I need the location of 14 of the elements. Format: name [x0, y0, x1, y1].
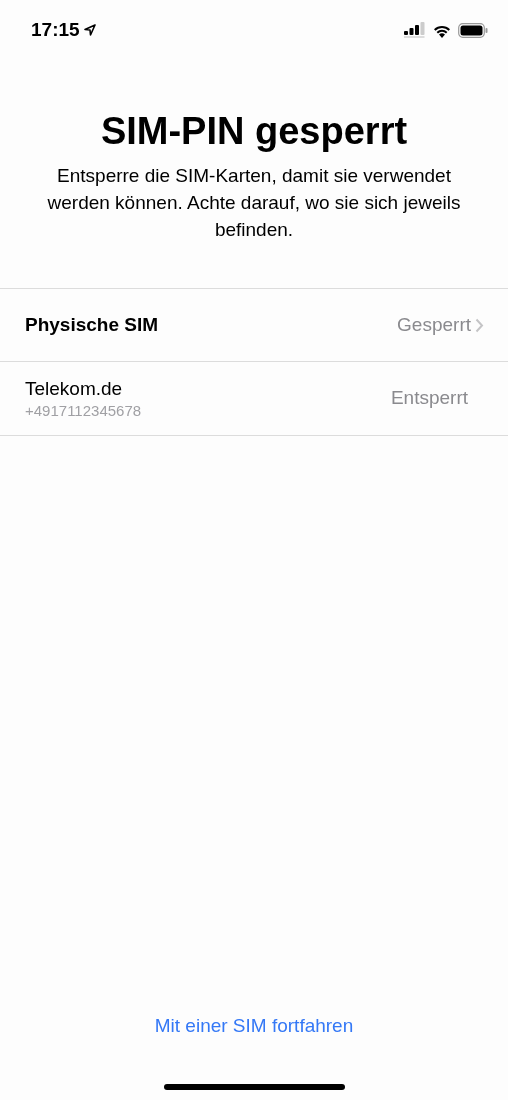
continue-with-one-sim-link[interactable]: Mit einer SIM fortfahren [154, 1011, 354, 1040]
sim-carrier: Telekom.de [25, 376, 124, 401]
description-text: Entsperre die SIM-Karten, damit sie verwendet werden können. Achte darauf, wo sie sich jeweils befinden. [46, 164, 462, 242]
battery-icon [458, 22, 488, 38]
page-title: SIM-PIN gesperrt [99, 109, 409, 154]
sim-status: Entsperrt [390, 386, 468, 411]
sim-row[interactable]: Physische SIM Gesperrt [0, 289, 508, 362]
sim-label: Physische SIM [25, 312, 159, 337]
status-time: 17:15 [31, 17, 80, 42]
cellular-signal-icon [404, 22, 426, 38]
sim-status: Gesperrt [397, 312, 471, 337]
chevron-right-icon [475, 317, 484, 333]
phone-number: +4917112345678 [25, 400, 142, 421]
location-arrow-icon [83, 24, 96, 36]
